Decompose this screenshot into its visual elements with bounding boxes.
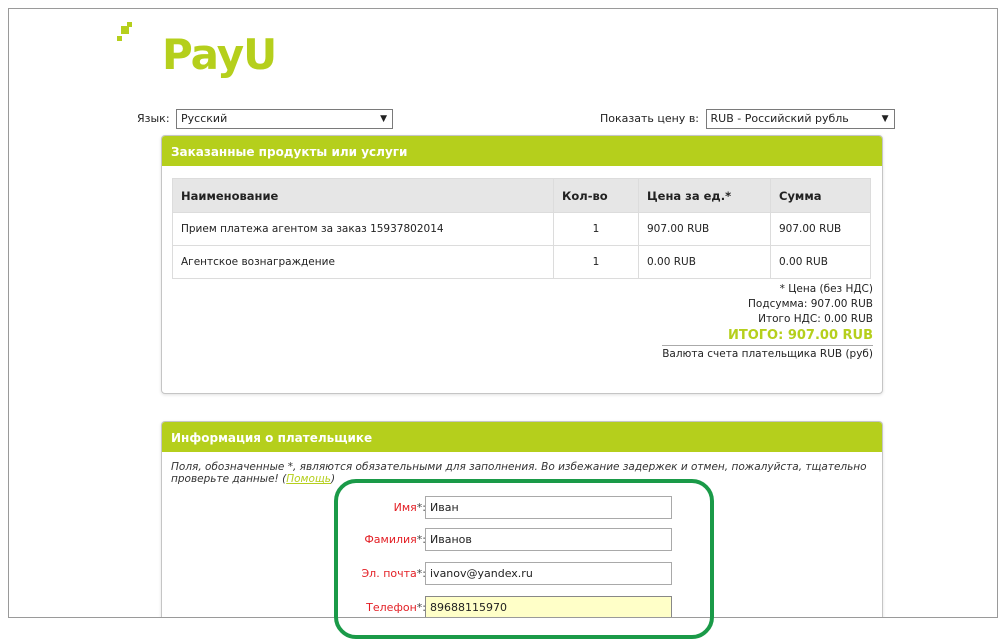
order-panel: Заказанные продукты или услуги Наименова… [161, 135, 883, 394]
payu-logo: PayU [162, 34, 277, 76]
col-header-qty: Кол-во [553, 178, 639, 213]
language-selected-value: Русский [181, 112, 228, 125]
phone-label: Телефон*: [366, 601, 426, 614]
dropdown-arrow-icon: ▼ [881, 114, 889, 124]
cell-qty: 1 [553, 212, 639, 246]
table-header-row: Наименование Кол-во Цена за ед.* Сумма [172, 178, 871, 213]
currency-row: Показать цену в: RUB - Российский рубль … [600, 109, 895, 129]
last-name-field[interactable]: Иванов [425, 528, 672, 551]
subtotal: Подсумма: 907.00 RUB [748, 298, 873, 310]
dropdown-arrow-icon: ▼ [380, 114, 388, 124]
vat-total: Итого НДС: 0.00 RUB [758, 313, 873, 325]
language-select[interactable]: Русский ▼ [176, 109, 394, 129]
order-totals: * Цена (без НДС) Подсумма: 907.00 RUB Ит… [662, 282, 873, 362]
last-name-row: Фамилия*: Иванов [162, 528, 882, 552]
col-header-price: Цена за ед.* [638, 178, 771, 213]
payer-currency: Валюта счета плательщика RUB (руб) [662, 345, 873, 362]
first-name-row: Имя*: Иван [162, 496, 882, 520]
order-panel-title: Заказанные продукты или услуги [162, 136, 882, 166]
note-text: Поля, обозначенные *, являются обязатель… [171, 461, 867, 485]
payer-panel: Информация о плательщике Поля, обозначен… [161, 421, 883, 617]
currency-select[interactable]: RUB - Российский рубль ▼ [705, 109, 895, 129]
logo-text-u: U [243, 30, 277, 79]
logo-dots-icon [113, 22, 133, 50]
currency-label: Показать цену в: [600, 112, 700, 125]
language-row: Язык: Русский ▼ [137, 109, 394, 129]
page-frame: PayU Язык: Русский ▼ Показать цену в: RU… [8, 8, 998, 618]
price-note: * Цена (без НДС) [779, 283, 873, 295]
first-name-field[interactable]: Иван [425, 496, 672, 519]
col-header-sum: Сумма [770, 178, 871, 213]
email-label: Эл. почта*: [361, 567, 427, 580]
email-row: Эл. почта*: ivanov@yandex.ru [162, 562, 882, 586]
grand-total: ИТОГО: 907.00 RUB [727, 328, 873, 343]
cell-price: 907.00 RUB [638, 212, 771, 246]
table-row: Агентское вознаграждение 1 0.00 RUB 0.00… [172, 245, 871, 279]
phone-row: Телефон*: 89688115970 [162, 596, 882, 617]
phone-field[interactable]: 89688115970 [425, 596, 672, 617]
table-row: Прием платежа агентом за заказ 159378020… [172, 212, 871, 246]
logo-text-pay: Pay [162, 30, 244, 79]
language-label: Язык: [137, 112, 170, 125]
last-name-label: Фамилия*: [364, 533, 426, 546]
cell-qty: 1 [553, 245, 639, 279]
col-header-name: Наименование [172, 178, 554, 213]
payer-panel-title: Информация о плательщике [162, 422, 882, 452]
cell-price: 0.00 RUB [638, 245, 771, 279]
help-link[interactable]: Помощь [286, 473, 331, 485]
cell-name: Агентское вознаграждение [172, 245, 554, 279]
required-fields-note: Поля, обозначенные *, являются обязатель… [171, 461, 867, 485]
cell-name: Прием платежа агентом за заказ 159378020… [172, 212, 554, 246]
cell-sum: 0.00 RUB [770, 245, 871, 279]
cell-sum: 907.00 RUB [770, 212, 871, 246]
first-name-label: Имя*: [393, 501, 426, 514]
email-field[interactable]: ivanov@yandex.ru [425, 562, 672, 585]
products-table: Наименование Кол-во Цена за ед.* Сумма П… [172, 178, 871, 279]
currency-selected-value: RUB - Российский рубль [710, 112, 849, 125]
